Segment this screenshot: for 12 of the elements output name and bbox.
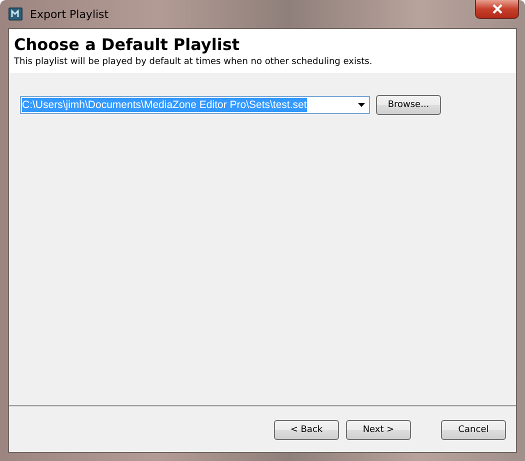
playlist-path: C:\Users\jimh\Documents\MediaZone Editor Pro\Sets\test.set bbox=[22, 98, 307, 112]
browse-button[interactable]: Browse... bbox=[376, 95, 441, 115]
app-icon bbox=[8, 6, 24, 22]
close-icon bbox=[492, 4, 502, 14]
close-button[interactable] bbox=[475, 0, 519, 19]
caret-icon bbox=[358, 103, 365, 107]
window-title: Export Playlist bbox=[30, 8, 109, 20]
nav-button[interactable]: < Back bbox=[274, 420, 339, 440]
nav-button[interactable]: Next > bbox=[346, 420, 411, 440]
cancel-button[interactable]: Cancel bbox=[441, 420, 506, 440]
page-description: This playlist will be played by default at times when no other scheduling exists. bbox=[14, 57, 374, 67]
page-heading: Choose a Default Playlist bbox=[14, 35, 240, 55]
